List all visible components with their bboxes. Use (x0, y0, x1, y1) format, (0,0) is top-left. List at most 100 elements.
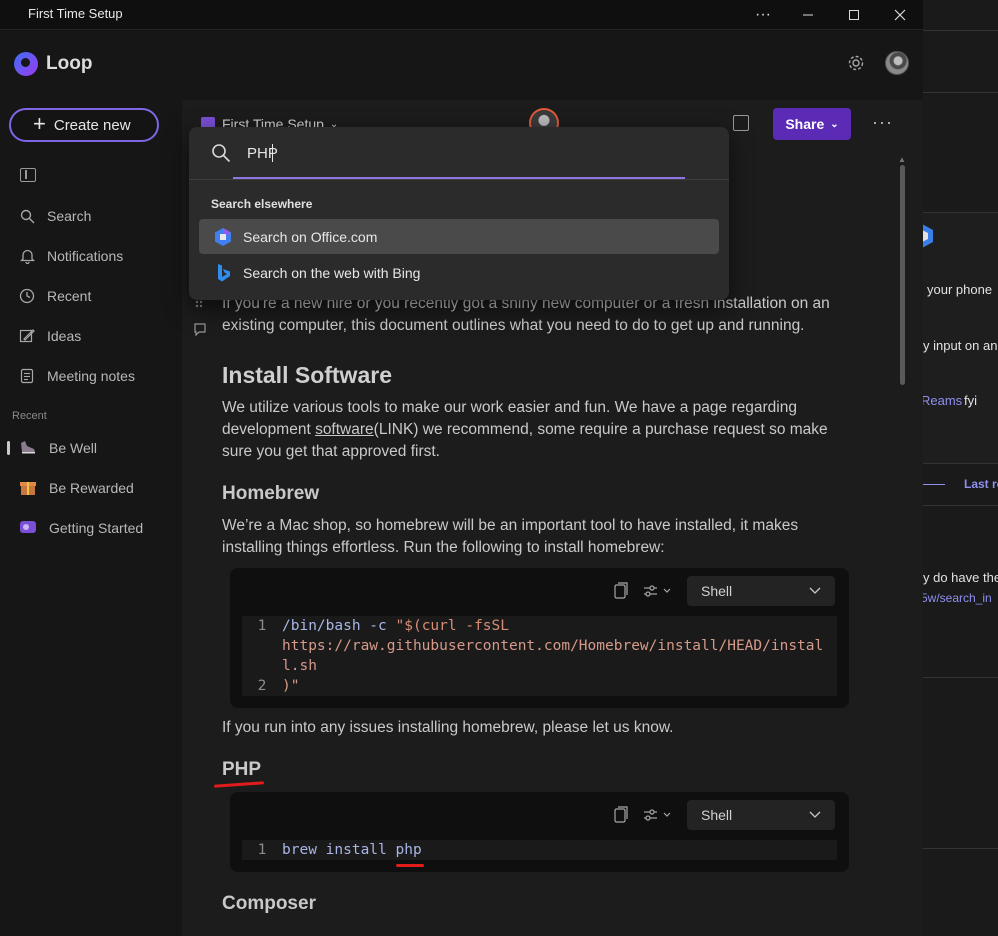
code-block-homebrew: Shell 1 /bin/bash -c "$(curl -fsSL https… (230, 568, 849, 708)
gear-icon[interactable] (847, 54, 865, 72)
bg-text: y do have the (923, 570, 998, 585)
language-value: Shell (701, 583, 733, 599)
language-value: Shell (701, 807, 733, 823)
bg-text: y input on an (923, 338, 998, 353)
bg-link[interactable]: Reams (923, 393, 962, 408)
background-window: your phone y input on an Reams fyi Last … (923, 0, 998, 936)
minimize-button[interactable] (785, 0, 831, 30)
search-elsewhere-heading: Search elsewhere (211, 197, 313, 211)
close-icon (894, 9, 906, 21)
sidebar-item-label: Ideas (47, 328, 82, 344)
bing-icon (218, 263, 230, 281)
bg-tab[interactable]: Last re (964, 477, 998, 491)
recent-item-label: Be Well (49, 440, 97, 456)
sidebar-item-search[interactable]: Search (0, 200, 182, 232)
share-label: Share (785, 116, 825, 132)
annotation-underline-php-code (396, 864, 424, 867)
app-logo[interactable]: Loop (14, 52, 92, 76)
collapse-sidebar-icon[interactable] (20, 168, 36, 182)
sidebar-item-notifications[interactable]: Notifications (0, 240, 182, 272)
maximize-button[interactable] (831, 0, 877, 30)
create-new-button[interactable]: + Create new (9, 108, 159, 142)
recent-item-getting-started[interactable]: Getting Started (0, 512, 182, 544)
bg-divider (923, 463, 998, 464)
more-options-icon[interactable]: ··· (740, 0, 786, 30)
clock-icon (19, 288, 35, 304)
heading-homebrew: Homebrew (222, 483, 320, 504)
code-settings-icon[interactable] (643, 584, 673, 598)
sidebar-item-label: Search (47, 208, 92, 224)
bell-icon (19, 248, 35, 264)
line-number: 2 (257, 678, 267, 694)
bg-divider (923, 677, 998, 678)
close-button[interactable] (877, 0, 923, 30)
notes-icon (19, 368, 35, 384)
bg-link[interactable]: 5w/search_in (923, 591, 992, 605)
code-content[interactable]: 1 brew install php (242, 840, 837, 860)
recent-item-label: Be Rewarded (49, 480, 134, 496)
line-number-empty (242, 656, 282, 676)
code-settings-icon[interactable] (643, 808, 673, 822)
code-line: 1 /bin/bash -c "$(curl -fsSL (242, 616, 837, 636)
sidebar-item-meeting-notes[interactable]: Meeting notes (0, 360, 182, 392)
loop-logo-icon (14, 52, 38, 76)
code-string: )" (282, 678, 300, 694)
search-popup: Search elsewhere Search on Office.com Se… (189, 127, 729, 300)
gift-icon (19, 478, 37, 499)
recent-section-label: Recent (12, 410, 47, 422)
window-title: First Time Setup (28, 6, 123, 21)
annotation-underline-php-heading (213, 781, 265, 788)
user-avatar[interactable] (885, 51, 909, 75)
search-bing-option[interactable]: Search on the web with Bing (199, 255, 719, 290)
comment-icon[interactable] (193, 322, 207, 336)
bg-divider (923, 848, 998, 849)
popup-divider (189, 179, 729, 180)
scroll-up-arrow[interactable]: ▲ (898, 155, 906, 164)
recent-item-be-rewarded[interactable]: Be Rewarded (0, 472, 182, 504)
bg-text: your phone (927, 282, 993, 297)
minimize-icon (803, 14, 813, 16)
code-string: "$(curl -fsSL (395, 618, 510, 634)
code-content[interactable]: 1 /bin/bash -c "$(curl -fsSL https://raw… (242, 616, 837, 696)
language-select[interactable]: Shell (687, 576, 835, 606)
copy-code-icon[interactable] (613, 582, 629, 600)
issues-paragraph: If you run into any issues installing ho… (222, 719, 674, 736)
software-link[interactable]: software (315, 421, 374, 438)
copy-code-icon[interactable] (613, 806, 629, 824)
code-line: 2 )" (242, 676, 837, 696)
share-button[interactable]: Share ⌄ (773, 108, 851, 140)
scrollbar-thumb[interactable] (900, 165, 905, 385)
bg-tab-line (923, 484, 945, 485)
page-more-glyph: ··· (872, 112, 893, 132)
sidebar-item-label: Recent (47, 288, 92, 304)
loop-card-icon (19, 519, 37, 538)
chevron-down-icon (809, 587, 821, 594)
option-label: Search on the web with Bing (243, 264, 421, 281)
bg-divider (923, 30, 998, 31)
code-string: l.sh (282, 658, 317, 674)
code-string: https://raw.githubusercontent.com/Homebr… (282, 638, 824, 654)
language-select[interactable]: Shell (687, 800, 835, 830)
search-office-option[interactable]: Search on Office.com (199, 219, 719, 254)
search-icon (19, 208, 35, 224)
office-icon (215, 227, 231, 246)
search-icon (212, 144, 231, 163)
search-input[interactable] (247, 141, 687, 165)
app-header (182, 31, 923, 100)
pencil-icon (19, 328, 35, 344)
code-text: /bin/bash -c "$(curl -fsSL (282, 616, 509, 636)
bg-divider (923, 505, 998, 506)
sidebar-item-recent[interactable]: Recent (0, 280, 182, 312)
page-more-options-icon[interactable]: ··· (872, 112, 893, 133)
heading-php: PHP (222, 759, 262, 780)
code-text: brew install php (282, 842, 422, 858)
line-number-empty (242, 636, 282, 656)
sidebar-item-ideas[interactable]: Ideas (0, 320, 182, 352)
copy-icon[interactable] (733, 115, 749, 131)
chevron-down-icon: ⌄ (830, 118, 839, 130)
recent-item-be-well[interactable]: Be Well (0, 432, 182, 464)
recent-item-label: Getting Started (49, 520, 144, 536)
heading-composer: Composer (222, 893, 316, 914)
code-toolbar: Shell (613, 800, 835, 830)
option-label: Search on Office.com (243, 228, 378, 245)
